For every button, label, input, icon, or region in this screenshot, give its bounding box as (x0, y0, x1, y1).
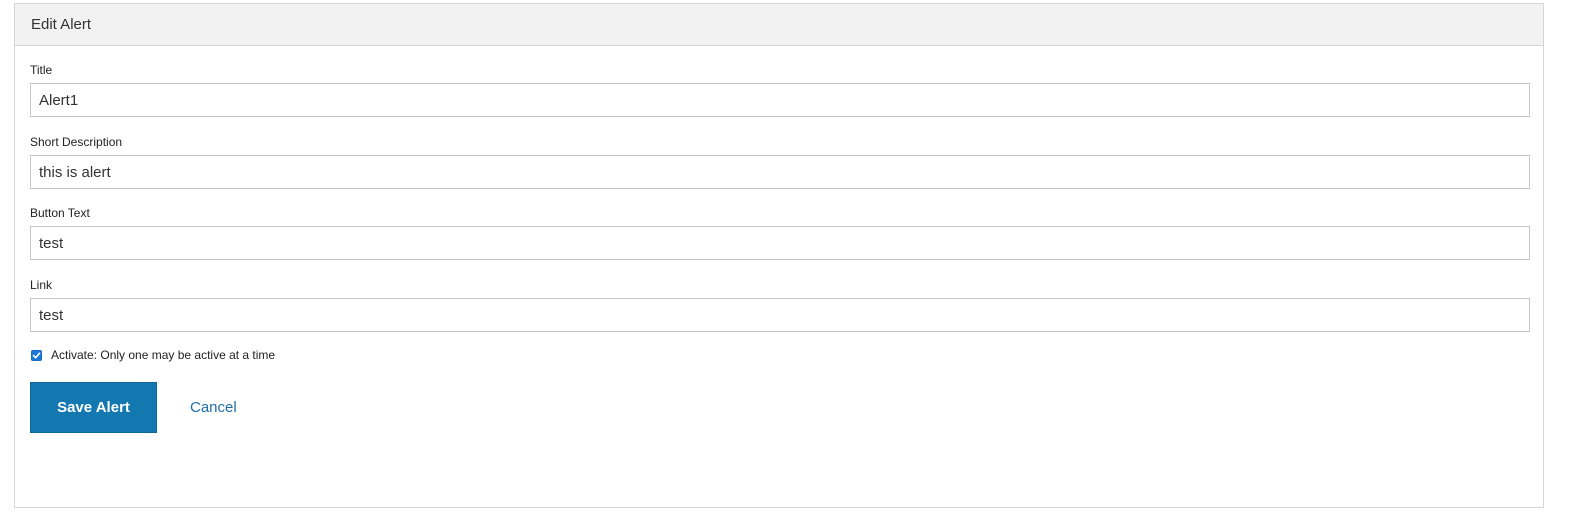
link-input[interactable] (30, 298, 1530, 332)
activate-checkbox[interactable] (31, 349, 42, 361)
title-field-group: Title (30, 62, 1530, 117)
edit-alert-panel: Edit Alert Title Short Description Butto… (14, 3, 1544, 508)
button-text-input[interactable] (30, 226, 1530, 260)
save-alert-button[interactable]: Save Alert (30, 382, 157, 433)
short-description-input[interactable] (30, 155, 1530, 189)
title-input[interactable] (30, 83, 1530, 117)
cancel-link[interactable]: Cancel (190, 399, 237, 416)
button-text-field-group: Button Text (30, 205, 1530, 260)
panel-title: Edit Alert (31, 16, 92, 33)
form-actions: Save Alert Cancel (30, 382, 237, 433)
activate-label: Activate: Only one may be active at a ti… (51, 348, 276, 362)
button-text-label: Button Text (30, 206, 90, 220)
short-description-label: Short Description (30, 135, 123, 149)
title-label: Title (30, 63, 53, 77)
activate-row: Activate: Only one may be active at a ti… (30, 348, 275, 362)
short-description-field-group: Short Description (30, 134, 1530, 189)
panel-header: Edit Alert (15, 4, 1543, 46)
link-field-group: Link (30, 277, 1530, 332)
check-icon (32, 351, 41, 358)
link-label: Link (30, 278, 53, 292)
